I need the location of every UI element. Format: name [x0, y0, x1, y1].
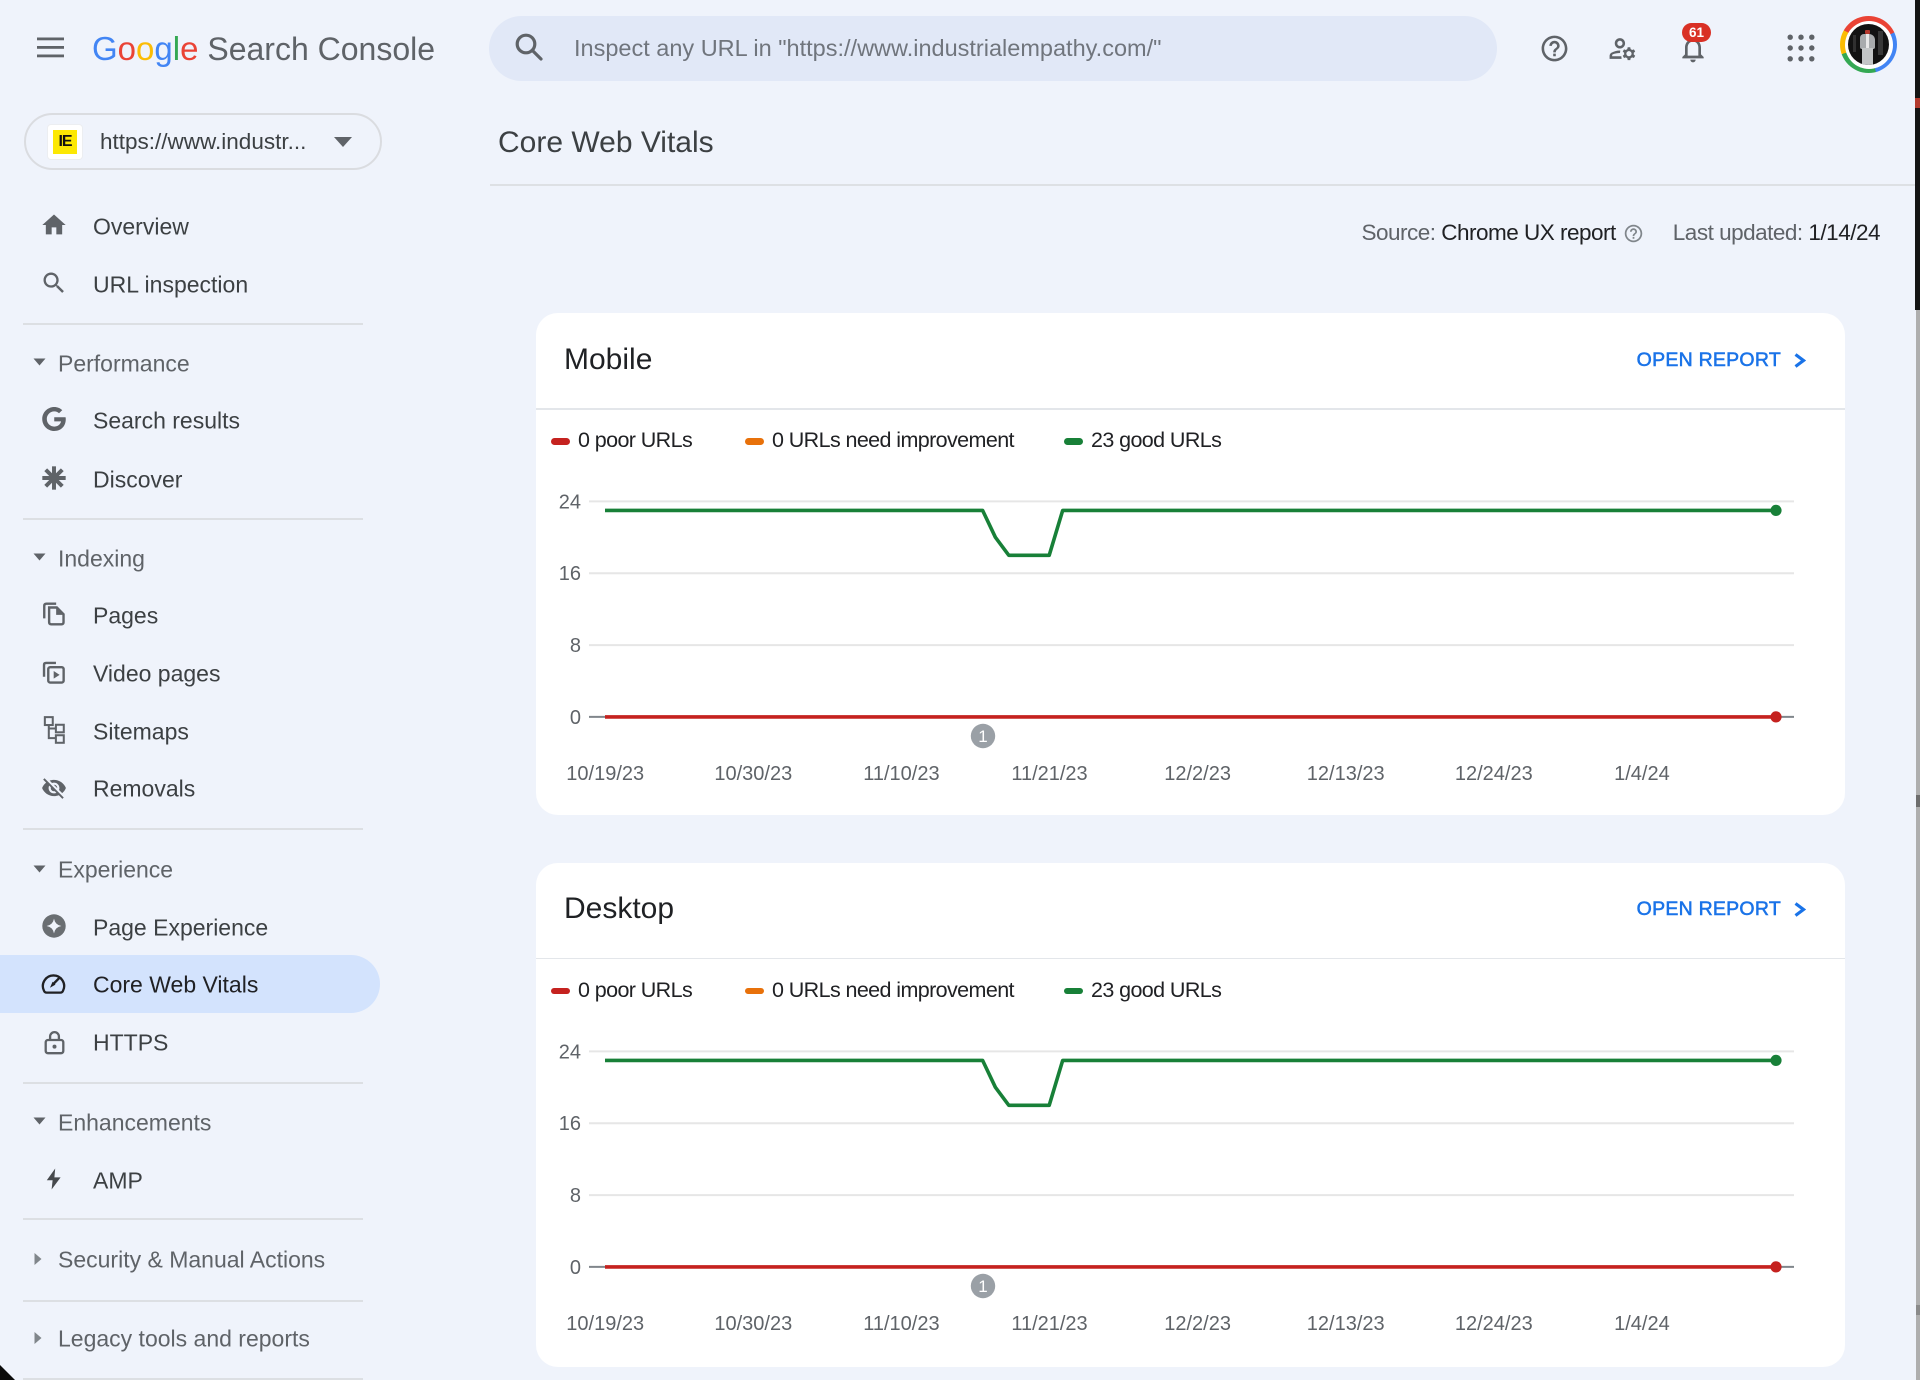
svg-text:1: 1	[978, 1277, 987, 1296]
svg-text:12/13/23: 12/13/23	[1307, 1313, 1385, 1335]
svg-text:12/24/23: 12/24/23	[1455, 1313, 1533, 1335]
svg-text:12/2/23: 12/2/23	[1164, 763, 1231, 785]
svg-text:10/19/23: 10/19/23	[566, 763, 644, 785]
svg-text:12/24/23: 12/24/23	[1455, 763, 1533, 785]
svg-text:16: 16	[559, 563, 581, 585]
svg-text:0: 0	[570, 1256, 581, 1278]
svg-text:1: 1	[978, 727, 987, 746]
svg-text:10/30/23: 10/30/23	[714, 1313, 792, 1335]
svg-text:12/13/23: 12/13/23	[1307, 763, 1385, 785]
svg-text:1/4/24: 1/4/24	[1614, 763, 1670, 785]
svg-text:0: 0	[570, 707, 581, 729]
svg-text:12/2/23: 12/2/23	[1164, 1313, 1231, 1335]
svg-text:10/19/23: 10/19/23	[566, 1313, 644, 1335]
svg-text:8: 8	[570, 1185, 581, 1207]
svg-text:11/10/23: 11/10/23	[863, 763, 939, 785]
svg-text:24: 24	[559, 1041, 581, 1063]
svg-text:8: 8	[570, 635, 581, 657]
svg-text:10/30/23: 10/30/23	[714, 763, 792, 785]
svg-text:16: 16	[559, 1113, 581, 1135]
svg-text:1/4/24: 1/4/24	[1614, 1313, 1670, 1335]
svg-text:11/21/23: 11/21/23	[1011, 763, 1087, 785]
svg-text:11/21/23: 11/21/23	[1011, 1313, 1087, 1335]
svg-text:11/10/23: 11/10/23	[863, 1313, 939, 1335]
svg-text:24: 24	[559, 491, 581, 513]
